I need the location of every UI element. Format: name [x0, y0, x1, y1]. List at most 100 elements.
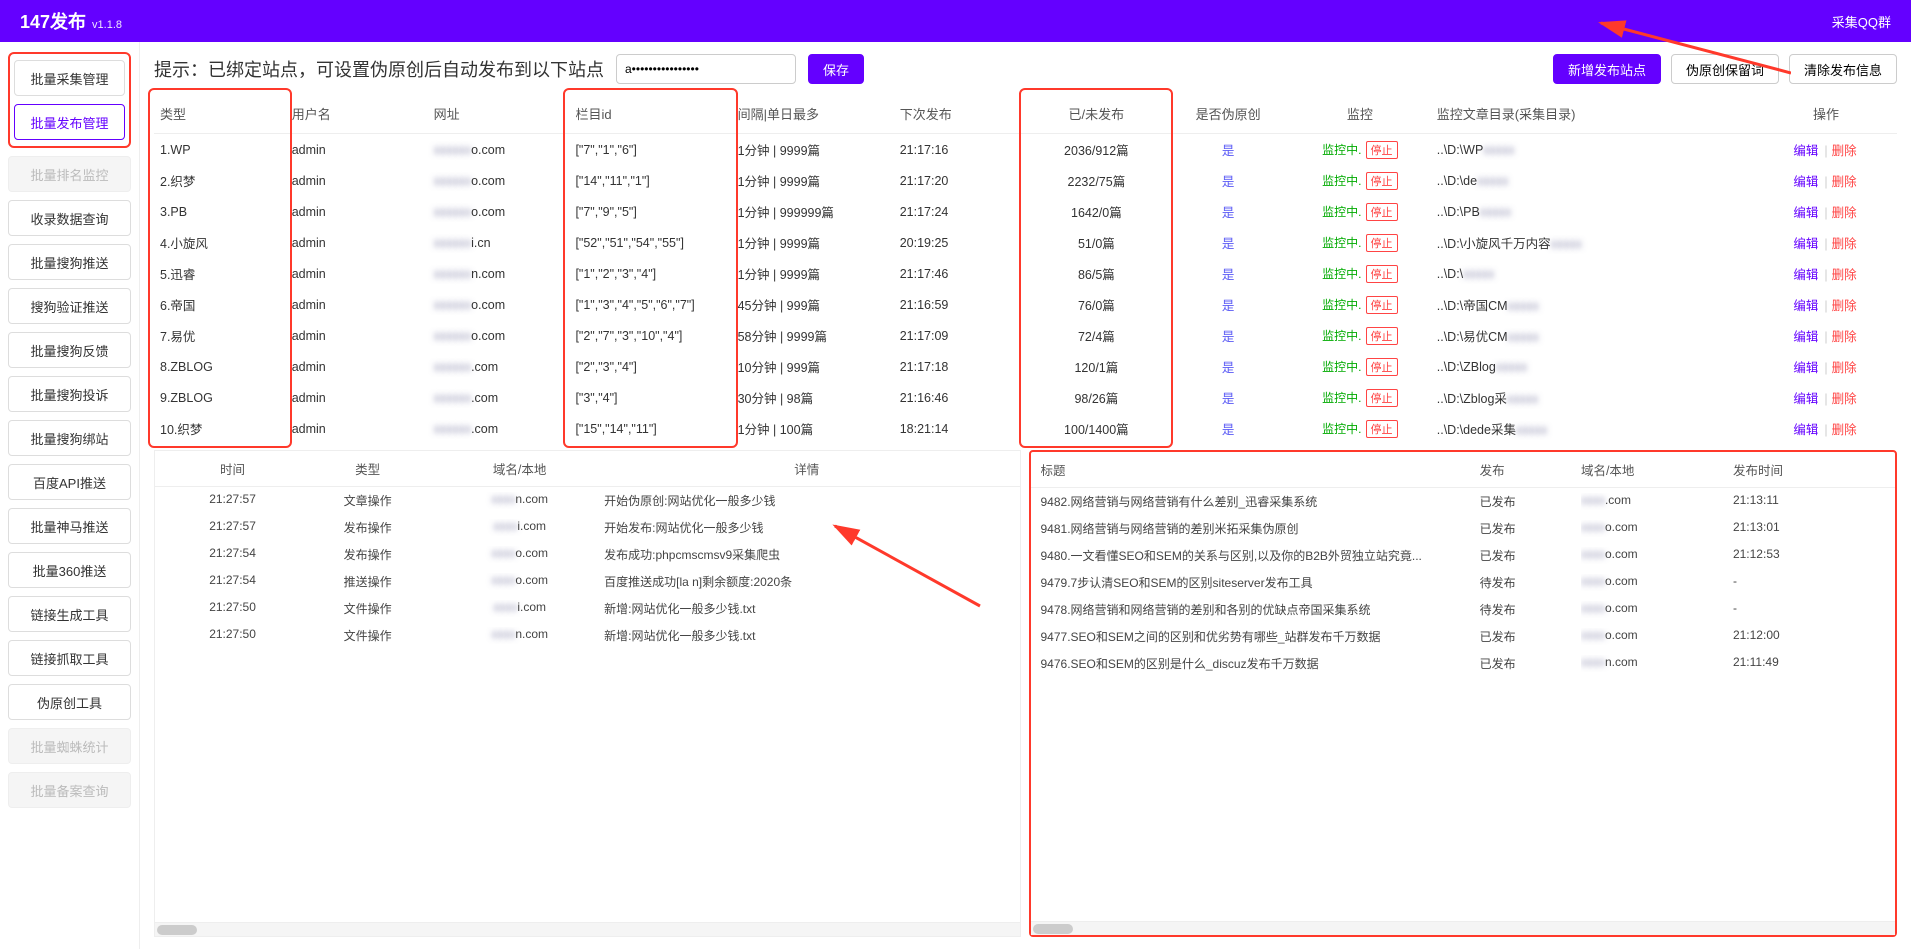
app-version: v1.1.8	[92, 19, 122, 31]
cell-pseudo: 是	[1167, 289, 1289, 320]
cell-monitor[interactable]: 监控中.停止	[1289, 289, 1431, 320]
edit-link[interactable]: 编辑	[1793, 268, 1818, 282]
delete-link[interactable]: 删除	[1832, 237, 1857, 251]
table-row[interactable]: 8.ZBLOG admin xxxxxx.com ["2","3","4"] 1…	[154, 351, 1897, 382]
sidebar-item[interactable]: 搜狗验证推送	[8, 288, 131, 324]
cell-dir: ..\D:\dexxxxx	[1431, 165, 1755, 196]
cell-next: 21:17:20	[894, 165, 1026, 196]
cell-monitor[interactable]: 监控中.停止	[1289, 413, 1431, 444]
log-row: 9480.一文看懂SEO和SEM的关系与区别,以及你的B2B外贸独立站究竟...…	[1031, 542, 1896, 569]
cell-monitor[interactable]: 监控中.停止	[1289, 320, 1431, 351]
sidebar-item[interactable]: 批量搜狗推送	[8, 244, 131, 280]
add-site-button[interactable]: 新增发布站点	[1553, 54, 1661, 84]
sidebar-item[interactable]: 批量神马推送	[8, 508, 131, 544]
cell-count: 1642/0篇	[1025, 196, 1167, 227]
sidebar-item[interactable]: 批量搜狗投诉	[8, 376, 131, 412]
cell-count: 98/26篇	[1025, 382, 1167, 413]
token-input[interactable]	[616, 54, 796, 84]
delete-link[interactable]: 删除	[1832, 268, 1857, 282]
sidebar-item-collect-mgmt[interactable]: 批量采集管理	[14, 60, 125, 96]
table-row[interactable]: 9.ZBLOG admin xxxxxx.com ["3","4"] 30分钟 …	[154, 382, 1897, 413]
delete-link[interactable]: 删除	[1832, 330, 1857, 344]
sidebar-item[interactable]: 百度API推送	[8, 464, 131, 500]
cell-monitor[interactable]: 监控中.停止	[1289, 134, 1431, 166]
delete-link[interactable]: 删除	[1832, 423, 1857, 437]
delete-link[interactable]: 删除	[1832, 392, 1857, 406]
cell-monitor[interactable]: 监控中.停止	[1289, 351, 1431, 382]
delete-link[interactable]: 删除	[1832, 361, 1857, 375]
table-row[interactable]: 5.迅睿 admin xxxxxxn.com ["1","2","3","4"]…	[154, 258, 1897, 289]
delete-link[interactable]: 删除	[1832, 299, 1857, 313]
cell-count: 76/0篇	[1025, 289, 1167, 320]
edit-link[interactable]: 编辑	[1793, 330, 1818, 344]
cell-monitor[interactable]: 监控中.停止	[1289, 382, 1431, 413]
log-row: 9476.SEO和SEM的区别是什么_discuz发布千万数据已发布xxxxn.…	[1031, 650, 1896, 677]
sidebar-item[interactable]: 批量搜狗反馈	[8, 332, 131, 368]
sidebar-item[interactable]: 链接抓取工具	[8, 640, 131, 676]
keep-words-button[interactable]: 伪原创保留词	[1671, 54, 1779, 84]
cell-url: xxxxxx.com	[428, 382, 570, 413]
edit-link[interactable]: 编辑	[1793, 423, 1818, 437]
sidebar-item-publish-mgmt[interactable]: 批量发布管理	[14, 104, 125, 140]
cell-dir: ..\D:\Zblog采xxxxx	[1431, 382, 1755, 413]
sidebar-item: 批量备案查询	[8, 772, 131, 808]
sidebar-item[interactable]: 批量搜狗绑站	[8, 420, 131, 456]
cell-type: 8.ZBLOG	[154, 351, 286, 382]
table-row[interactable]: 7.易优 admin xxxxxxo.com ["2","7","3","10"…	[154, 320, 1897, 351]
cell-colid: ["52","51","54","55"]	[569, 227, 731, 258]
cell-colid: ["2","3","4"]	[569, 351, 731, 382]
col-header: 栏目id	[569, 94, 731, 134]
edit-link[interactable]: 编辑	[1793, 392, 1818, 406]
sites-table: 类型用户名网址栏目id间隔|单日最多下次发布已/未发布是否伪原创监控监控文章目录…	[154, 94, 1897, 444]
log-col-header: 域名/本地	[1581, 460, 1733, 479]
table-row[interactable]: 4.小旋风 admin xxxxxxi.cn ["52","51","54","…	[154, 227, 1897, 258]
delete-link[interactable]: 删除	[1832, 144, 1857, 158]
cell-monitor[interactable]: 监控中.停止	[1289, 196, 1431, 227]
edit-link[interactable]: 编辑	[1793, 144, 1818, 158]
cell-next: 21:17:46	[894, 258, 1026, 289]
cell-type: 1.WP	[154, 134, 286, 166]
cell-monitor[interactable]: 监控中.停止	[1289, 227, 1431, 258]
cell-ops: 编辑|删除	[1755, 289, 1897, 320]
cell-next: 21:16:59	[894, 289, 1026, 320]
edit-link[interactable]: 编辑	[1793, 237, 1818, 251]
edit-link[interactable]: 编辑	[1793, 361, 1818, 375]
log-col-header: 详情	[604, 459, 1009, 478]
col-header: 网址	[428, 94, 570, 134]
cell-pseudo: 是	[1167, 196, 1289, 227]
save-button[interactable]: 保存	[808, 54, 864, 84]
cell-ops: 编辑|删除	[1755, 351, 1897, 382]
sidebar-item[interactable]: 批量360推送	[8, 552, 131, 588]
cell-count: 2036/912篇	[1025, 134, 1167, 166]
qq-group-link[interactable]: 采集QQ群	[1832, 12, 1891, 31]
table-row[interactable]: 3.PB admin xxxxxxo.com ["7","9","5"] 1分钟…	[154, 196, 1897, 227]
clear-info-button[interactable]: 清除发布信息	[1789, 54, 1897, 84]
cell-dir: ..\D:\PBxxxxx	[1431, 196, 1755, 227]
cell-url: xxxxxxo.com	[428, 165, 570, 196]
sidebar-item[interactable]: 伪原创工具	[8, 684, 131, 720]
scrollbar[interactable]	[1031, 921, 1896, 935]
col-header: 用户名	[286, 94, 428, 134]
edit-link[interactable]: 编辑	[1793, 175, 1818, 189]
edit-link[interactable]: 编辑	[1793, 206, 1818, 220]
edit-link[interactable]: 编辑	[1793, 299, 1818, 313]
sidebar-item[interactable]: 收录数据查询	[8, 200, 131, 236]
log-row: 21:27:57文章操作xxxxn.com开始伪原创:网站优化一般多少钱	[155, 487, 1020, 514]
delete-link[interactable]: 删除	[1832, 175, 1857, 189]
cell-dir: ..\D:\dede采集xxxxx	[1431, 413, 1755, 444]
cell-interval: 1分钟 | 9999篇	[732, 134, 894, 166]
cell-ops: 编辑|删除	[1755, 413, 1897, 444]
cell-next: 21:17:16	[894, 134, 1026, 166]
log-row: 21:27:50文件操作xxxxn.com新增:网站优化一般多少钱.txt	[155, 622, 1020, 649]
table-row[interactable]: 2.织梦 admin xxxxxxo.com ["14","11","1"] 1…	[154, 165, 1897, 196]
table-row[interactable]: 6.帝国 admin xxxxxxo.com ["1","3","4","5",…	[154, 289, 1897, 320]
cell-url: xxxxxxo.com	[428, 134, 570, 166]
cell-monitor[interactable]: 监控中.停止	[1289, 165, 1431, 196]
table-row[interactable]: 10.织梦 admin xxxxxx.com ["15","14","11"] …	[154, 413, 1897, 444]
cell-dir: ..\D:\小旋风千万内容xxxxx	[1431, 227, 1755, 258]
sidebar-item[interactable]: 链接生成工具	[8, 596, 131, 632]
delete-link[interactable]: 删除	[1832, 206, 1857, 220]
cell-monitor[interactable]: 监控中.停止	[1289, 258, 1431, 289]
scrollbar[interactable]	[155, 922, 1020, 936]
table-row[interactable]: 1.WP admin xxxxxxo.com ["7","1","6"] 1分钟…	[154, 134, 1897, 166]
